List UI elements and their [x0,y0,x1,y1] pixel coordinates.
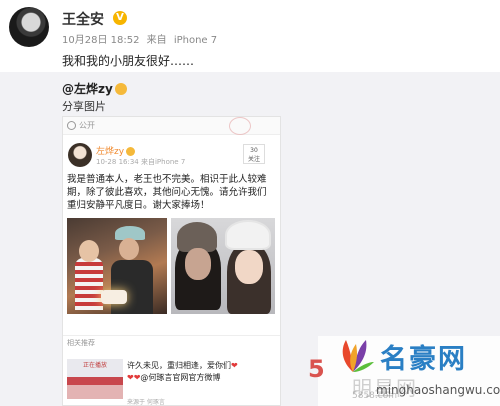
inner-avatar [68,143,92,167]
share-picture-label: 分享图片 [62,100,106,113]
follow-label: 关注 [247,156,260,163]
inner-author-name: 左烨zy [96,147,125,157]
related-meta: 来源于 何琢言 [127,399,165,406]
heart-icon: ❤ [231,361,238,370]
watermark-brand: 名豪网 [380,344,467,375]
thumbnail-caption: 正在播放 [82,362,107,369]
photo-person-striped [75,258,103,310]
related-text-b: @何琢言官网官方微博 [140,373,221,382]
photo-face [119,238,139,260]
visibility-label: 公开 [79,121,95,130]
post-source[interactable]: iPhone 7 [174,35,217,46]
inner-meta: 10-28 16:34 来自iPhone 7 [96,158,186,166]
shared-screenshot[interactable]: 公开 左烨zy 10-28 16:34 来自iPhone 7 30 关注 我是普… [62,116,281,406]
mention-link[interactable]: @左烨zy [62,82,113,96]
inner-author: 左烨zy [96,144,136,157]
post-date[interactable]: 10月28日 18:52 [62,35,139,46]
photo-face [185,248,211,280]
related-section: 相关推荐 [63,335,280,349]
related-text-a: 许久未见，重归相逢，爱你们 [127,361,231,370]
emoji-icon [114,83,127,95]
post-meta: 10月28日 18:52 来自 iPhone 7 [62,31,221,46]
watermark-faint-url: 5858.com [352,391,397,401]
watermark-five: 5 [308,355,325,383]
post-text: 我和我的小朋友很好…… [62,54,195,68]
photo-face [79,240,99,262]
selfie-photo [171,218,275,314]
related-text: 许久未见，重归相逢，爱你们❤ ❤❤@何琢言官网官方微博 [127,360,277,384]
inner-follow-badge: 30 关注 [243,144,265,164]
related-label: 相关推荐 [67,339,95,347]
photo-person-dark [111,260,153,314]
photo-cake [101,290,127,304]
globe-icon [67,121,76,130]
stamp-icon [229,117,251,135]
heart-icon: ❤❤ [127,373,141,382]
inner-post-text: 我是普通本人，老王也不完美。相识于此人较难期，除了彼此喜欢，其他问心无愧。请允许… [67,174,267,211]
verified-badge-icon: V [113,11,127,25]
follow-count: 30 [250,147,258,154]
birthday-photo [67,218,167,314]
author-name[interactable]: 王全安 [62,9,104,29]
repost-mention[interactable]: @左烨zy [62,80,127,97]
inner-emoji-icon [126,147,136,156]
author-avatar[interactable] [9,7,49,47]
photo-hat [225,220,271,250]
post-source-prefix: 来自 [146,35,167,46]
photo-face [235,250,263,284]
